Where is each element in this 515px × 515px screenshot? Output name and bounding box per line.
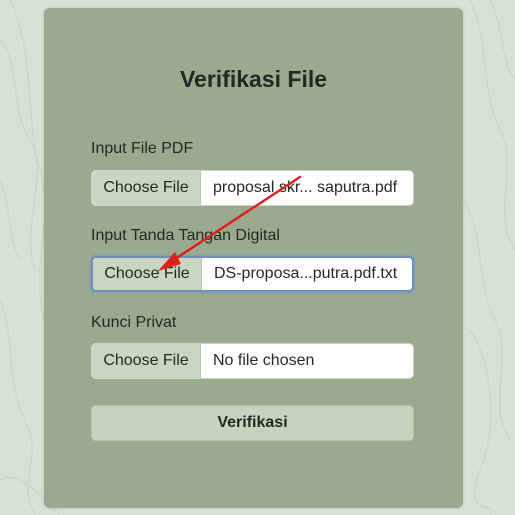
- verification-card: Verifikasi File Input File PDF Choose Fi…: [44, 8, 463, 508]
- pdf-file-name: proposal skr... saputra.pdf: [213, 179, 398, 196]
- private-key-label: Kunci Privat: [91, 314, 177, 331]
- pdf-file-label: Input File PDF: [91, 140, 194, 157]
- signature-file-label: Input Tanda Tangan Digital: [91, 227, 280, 244]
- page-title: Verifikasi File: [179, 66, 328, 92]
- choose-signature-file-button[interactable]: Choose File: [93, 258, 202, 290]
- signature-file-name: DS-proposa...putra.pdf.txt: [214, 265, 398, 282]
- choose-pdf-file-button[interactable]: Choose File: [92, 171, 201, 205]
- private-key-file-input[interactable]: Choose File No file chosen: [91, 343, 414, 379]
- verify-button[interactable]: Verifikasi: [91, 405, 414, 441]
- choose-private-key-button[interactable]: Choose File: [92, 344, 201, 378]
- pdf-file-input[interactable]: Choose File proposal skr... saputra.pdf: [91, 170, 414, 206]
- signature-file-input[interactable]: Choose File DS-proposa...putra.pdf.txt: [91, 256, 414, 292]
- private-key-file-name: No file chosen: [213, 352, 315, 369]
